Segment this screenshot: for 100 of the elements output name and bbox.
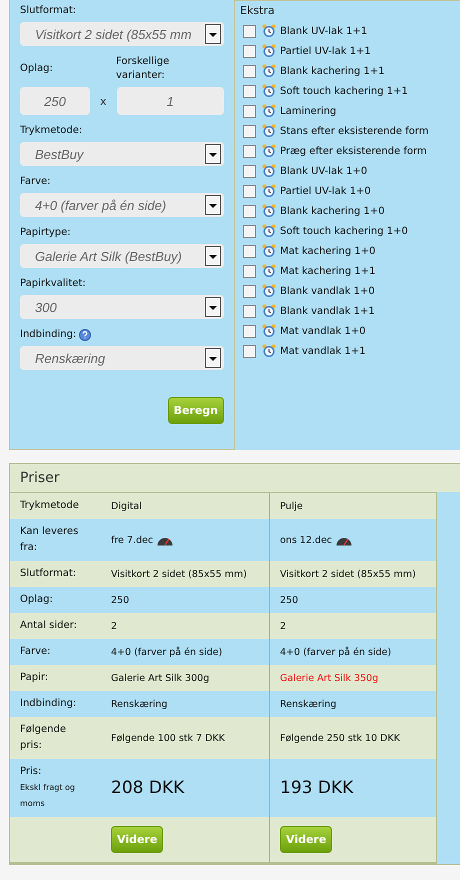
row-label: Trykmetode [20,499,80,513]
row-label: Indbinding: [20,697,78,711]
table-cell: Følgende 100 stk 7 DKK [111,732,225,744]
table-cell: 250 [280,594,298,606]
field-label: Papirkvalitet: [20,277,87,291]
column-header: Pulje [280,500,303,512]
column-header: Digital [111,500,142,512]
section-title: Ekstra [240,4,276,17]
select-field[interactable]: Visitkort 2 sidet (85x55 mm [20,22,224,46]
alarm-clock-icon [262,124,276,138]
checkbox[interactable] [243,324,256,338]
row-label: Pris: [20,765,42,779]
price-value: 193 DKK [280,778,354,798]
help-icon[interactable] [79,329,92,341]
option-label: Stans efter eksisterende form [280,126,429,136]
alarm-clock-icon [262,204,276,218]
table-cell: fre 7.dec [111,534,154,546]
select-field[interactable]: 300 [20,295,224,319]
table-cell: Visitkort 2 sidet (85x55 mm) [111,568,247,580]
table-cell: Visitkort 2 sidet (85x55 mm) [280,568,416,580]
row-label: Slutformat: [20,567,78,581]
option-label: Laminering [280,106,336,116]
table-cell: Renskæring [280,698,336,710]
alarm-clock-icon [262,304,276,318]
option-label: Mat vandlak 1+1 [280,346,366,356]
option-label: Partiel UV-lak 1+0 [280,186,371,196]
table-cell: ons 12.dec [280,534,332,546]
table-cell: Renskæring [111,698,168,710]
field-label: Trykmetode: [20,124,84,138]
alarm-clock-icon [262,84,276,98]
checkbox[interactable] [243,64,256,78]
alarm-clock-icon [262,44,276,58]
row-label: Følgende pris: [20,723,67,753]
field-label: Slutformat: [20,4,78,18]
select-field[interactable]: Renskæring [20,346,224,370]
alarm-clock-icon [262,64,276,78]
option-label: Blank vandlak 1+1 [280,306,375,316]
checkbox[interactable] [243,84,256,98]
field-label: Farve: [20,175,52,189]
alarm-clock-icon [262,284,276,298]
alarm-clock-icon [262,144,276,158]
table-cell: Galerie Art Silk 350g [280,672,378,684]
row-label: Antal sider: [20,619,78,633]
checkbox[interactable] [243,304,256,318]
row-label: Kan leveres fra: [20,525,80,555]
select-field[interactable]: BestBuy [20,142,224,166]
alarm-clock-icon [262,344,276,358]
option-label: Soft touch kachering 1+1 [280,86,408,96]
table-cell: 250 [111,594,130,606]
option-label: Mat vandlak 1+0 [280,326,366,336]
checkbox[interactable] [243,164,256,178]
select-field[interactable]: Galerie Art Silk (BestBuy) [20,244,224,268]
checkbox[interactable] [243,124,256,138]
field-label: Papirtype: [20,226,72,240]
option-label: Blank UV-lak 1+1 [280,26,368,36]
alarm-clock-icon [262,24,276,38]
alarm-clock-icon [262,224,276,238]
table-cell: Galerie Art Silk 300g [111,672,210,684]
select-field[interactable]: 4+0 (farver på én side) [20,193,224,217]
table-cell: 4+0 (farver på én side) [280,646,392,658]
alarm-clock-icon [262,264,276,278]
option-label: Mat kachering 1+1 [280,266,376,276]
option-label: Soft touch kachering 1+0 [280,226,408,236]
table-cell: 2 [111,620,118,632]
option-label: Præg efter eksisterende form [280,146,427,156]
checkbox[interactable] [243,244,256,258]
row-label: Farve: [20,645,52,659]
checkbox[interactable] [243,264,256,278]
checkbox[interactable] [243,284,256,298]
option-label: Blank UV-lak 1+0 [280,166,368,176]
table-cell: 2 [280,620,286,632]
checkbox[interactable] [243,144,256,158]
alarm-clock-icon [262,184,276,198]
checkbox[interactable] [243,344,256,358]
quantity-field[interactable]: 250 [20,87,90,115]
field-label: Forskellige varianter: [116,55,170,83]
table-cell: 4+0 (farver på én side) [111,646,222,658]
alarm-clock-icon [262,244,276,258]
option-label: Blank vandlak 1+0 [280,286,375,296]
times-sign: x [100,94,107,108]
option-label: Mat kachering 1+0 [280,246,376,256]
option-label: Blank kachering 1+0 [280,206,385,216]
alarm-clock-icon [262,164,276,178]
card-title: Priser [19,469,61,488]
option-label: Partiel UV-lak 1+1 [280,46,371,56]
checkbox[interactable] [243,184,256,198]
row-label: Oplag: [20,593,54,607]
checkbox[interactable] [243,204,256,218]
alarm-clock-icon [262,324,276,338]
checkbox[interactable] [243,24,256,38]
field-label: Oplag: [20,62,54,76]
checkbox[interactable] [243,104,256,118]
checkbox[interactable] [243,44,256,58]
checkbox[interactable] [243,224,256,238]
table-cell: Følgende 250 stk 10 DKK [280,732,400,744]
row-label: Papir: [20,671,50,685]
field-label: Indbinding: [20,328,224,342]
variants-field[interactable]: 1 [116,87,224,115]
option-label: Blank kachering 1+1 [280,66,385,76]
price-note: Ekskl fragt og moms [20,782,76,810]
